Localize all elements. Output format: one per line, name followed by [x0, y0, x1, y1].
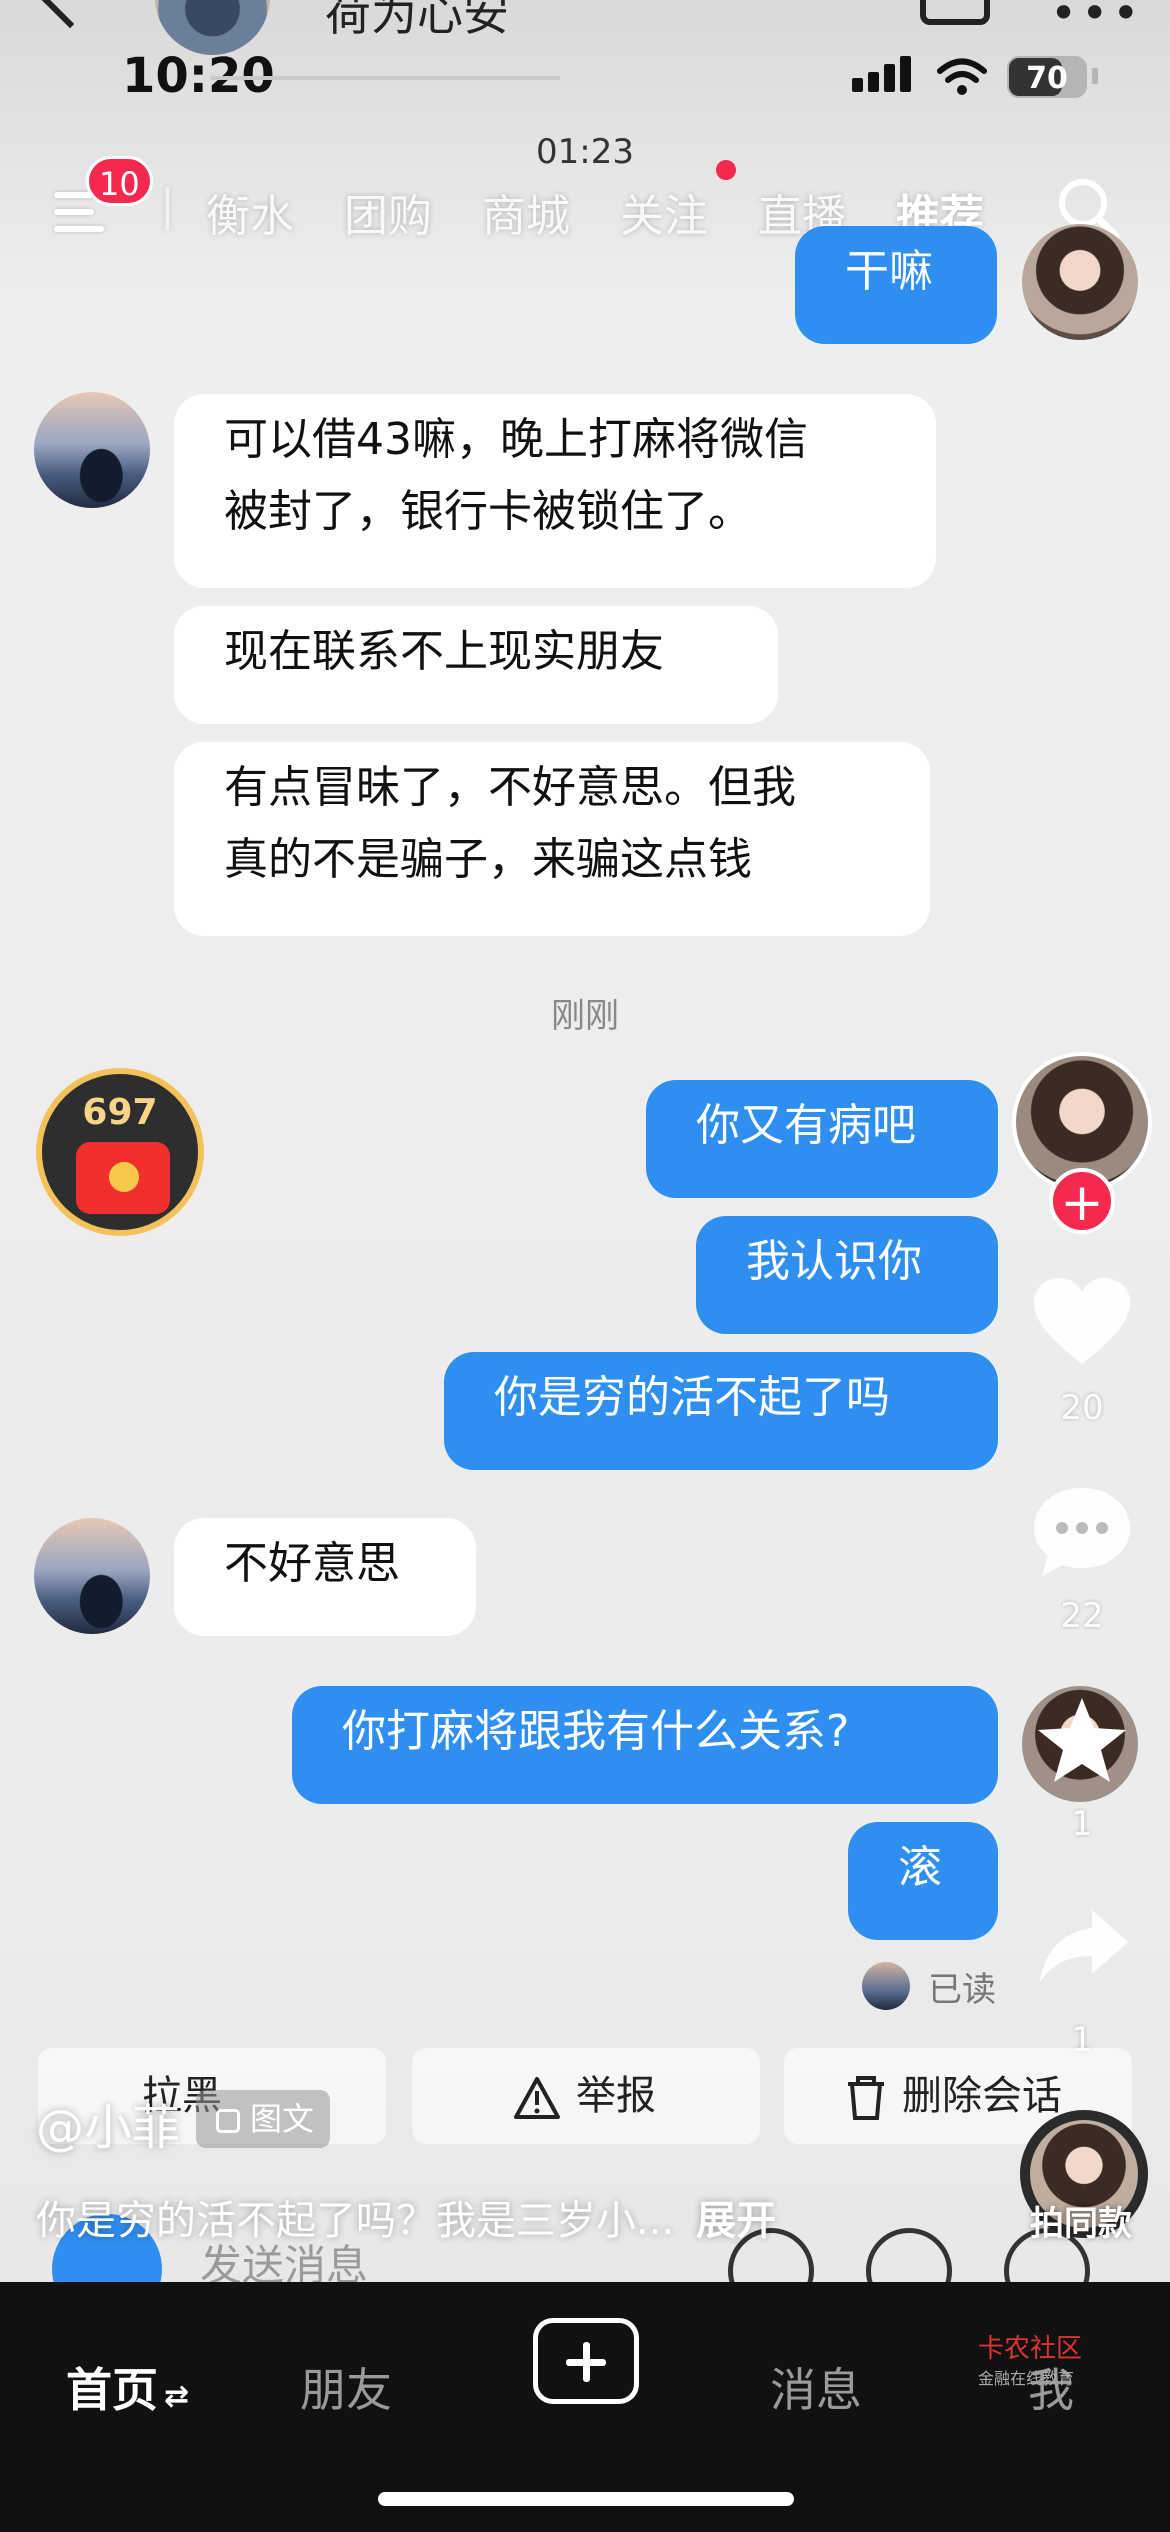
message-bubble-in[interactable]: 有点冒昧了，不好意思。但我 真的不是骗子，来骗这点钱	[174, 742, 930, 936]
same-style-label[interactable]: 拍同款	[1030, 2196, 1132, 2245]
back-icon[interactable]	[41, 0, 99, 29]
contact-name: 荷为心安	[325, 0, 509, 41]
message-bubble-out[interactable]: 你打麻将跟我有什么关系?	[292, 1686, 998, 1804]
comment-count: 22	[1060, 1596, 1104, 1636]
post-type-tag: 图文	[196, 2090, 331, 2148]
contact-avatar-small[interactable]	[34, 1518, 150, 1634]
message-line: 真的不是骗子，来骗这点钱	[224, 834, 752, 885]
trash-icon	[848, 2076, 884, 2120]
create-button[interactable]	[533, 2318, 639, 2404]
status-icons: 70	[852, 56, 1142, 98]
video-call-icon[interactable]	[920, 0, 990, 25]
following-dot	[716, 160, 736, 180]
progress-line	[210, 76, 560, 80]
watermark-title: 卡农社区	[978, 2334, 1083, 2364]
more-icon[interactable]: •••	[1050, 0, 1143, 40]
video-timer: 01:23	[536, 132, 634, 172]
tab-following[interactable]: 关注	[620, 180, 708, 244]
message-bubble-out[interactable]: 我认识你	[696, 1216, 998, 1334]
battery-percent: 70	[1026, 61, 1068, 96]
tab-hengshui[interactable]: 衡水	[206, 180, 294, 244]
warning-icon	[514, 2077, 560, 2119]
battery-cap	[1092, 68, 1098, 84]
like-count: 20	[1060, 1388, 1104, 1428]
message-bubble-out[interactable]: 干嘛	[795, 226, 997, 344]
red-packet-count: 697	[82, 1092, 158, 1133]
author-name[interactable]: @小菲	[36, 2088, 180, 2158]
report-button[interactable]: 举报	[412, 2048, 760, 2144]
comment-icon[interactable]	[1030, 1484, 1134, 1580]
signal-icon	[852, 56, 912, 96]
post-type-label: 图文	[250, 2100, 315, 2138]
bottom-tab-bar: 首页 ⇄ 朋友 消息 我	[0, 2282, 1170, 2532]
message-line: 被封了，银行卡被锁住了。	[224, 486, 752, 537]
message-bubble-out[interactable]: 滚	[848, 1822, 998, 1940]
message-bubble-in[interactable]: 可以借43嘛，晚上打麻将微信 被封了，银行卡被锁住了。	[174, 394, 936, 588]
caption-text: 你是穷的活不起了吗？我是三岁小...	[36, 2198, 675, 2244]
tab-group-buy[interactable]: 团购	[344, 180, 432, 244]
message-bubble-out[interactable]: 你是穷的活不起了吗	[444, 1352, 998, 1470]
watermark-subtitle: 金融在线教育	[978, 2369, 1075, 2388]
message-bubble-in[interactable]: 现在联系不上现实朋友	[174, 606, 778, 724]
nav-tab-partial: |	[160, 180, 175, 231]
image-text-icon	[216, 2109, 240, 2133]
menu-badge: 10	[86, 156, 153, 206]
tab-mall[interactable]: 商城	[482, 180, 570, 244]
message-line: 有点冒昧了，不好意思。但我	[224, 762, 796, 813]
tab-home[interactable]: 首页 ⇄	[66, 2354, 189, 2420]
tab-messages[interactable]: 消息	[770, 2354, 862, 2420]
tab-home-label: 首页	[66, 2363, 158, 2417]
read-avatar	[862, 1962, 910, 2010]
battery-icon: 70	[1007, 56, 1087, 98]
delete-chat-label: 删除会话	[902, 2073, 1062, 2119]
message-bubble-in[interactable]: 不好意思	[174, 1518, 476, 1636]
message-bubble-out[interactable]: 你又有病吧	[646, 1080, 998, 1198]
expand-link[interactable]: 展开	[696, 2198, 776, 2244]
watermark-logo: 卡农社区 金融在线教育	[978, 2328, 1158, 2388]
tab-friends[interactable]: 朋友	[300, 2354, 392, 2420]
home-indicator	[378, 2492, 794, 2506]
favorite-count: 1	[1071, 1804, 1093, 1844]
screen: 荷为心安 ••• 10:20 70 01:23 10 | 衡水 团购 商城 关注…	[0, 0, 1170, 2532]
follow-button[interactable]: +	[1049, 1168, 1115, 1234]
read-status: 已读	[928, 1970, 996, 2010]
red-packet-widget[interactable]: 697	[36, 1068, 204, 1236]
heart-icon[interactable]	[1030, 1276, 1134, 1368]
top-nav: 10 | 衡水 团购 商城 关注 直播 推荐	[0, 156, 1170, 250]
switch-icon: ⇄	[164, 2379, 190, 2414]
wifi-icon	[937, 58, 987, 95]
message-line: 可以借43嘛，晚上打麻将微信	[224, 414, 808, 465]
contact-avatar[interactable]	[155, 0, 270, 55]
share-icon[interactable]	[1036, 1906, 1132, 1986]
my-avatar	[1022, 224, 1138, 340]
post-caption: 你是穷的活不起了吗？我是三岁小... 展开	[36, 2188, 776, 2246]
star-icon[interactable]	[1034, 1694, 1130, 1786]
coin-icon	[109, 1162, 139, 1192]
message-timestamp: 刚刚	[551, 996, 619, 1036]
contact-avatar-small[interactable]	[34, 392, 150, 508]
report-label: 举报	[576, 2073, 656, 2119]
